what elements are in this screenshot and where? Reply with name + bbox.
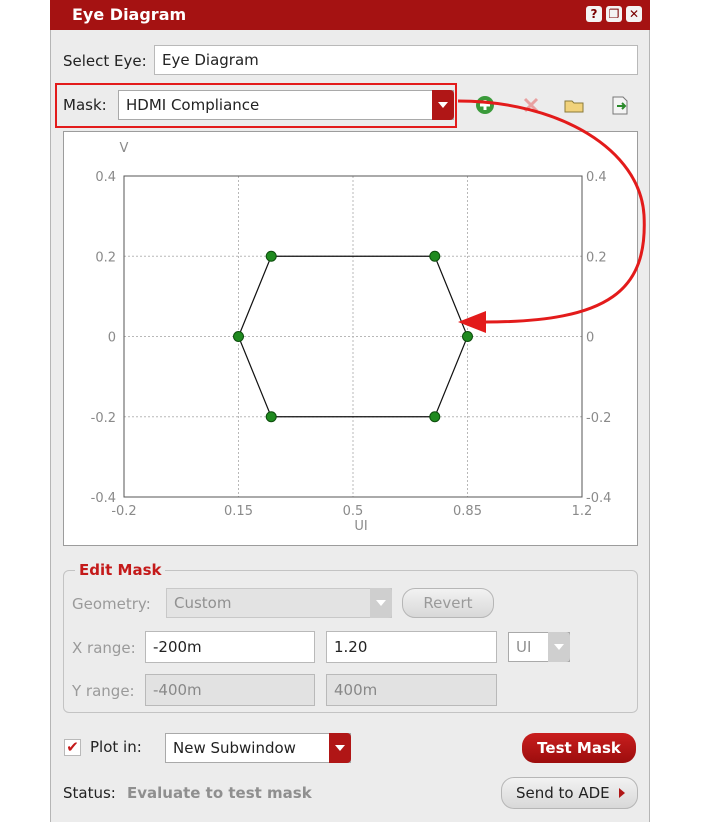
mask-vertex-point (429, 411, 441, 423)
help-icon[interactable]: ? (586, 6, 602, 22)
y-tick-label-right: 0.2 (586, 250, 607, 265)
x-range-unit-select[interactable]: UI (508, 632, 570, 662)
plot-in-checkbox[interactable]: ✔ (64, 739, 81, 756)
send-to-ade-button[interactable]: Send to ADE (501, 777, 638, 809)
x-range-max-field[interactable]: 1.20 (326, 631, 497, 663)
y-tick-label-right: -0.2 (586, 411, 611, 426)
mask-select-value: HDMI Compliance (126, 96, 260, 114)
edit-mask-title: Edit Mask (75, 561, 166, 579)
x-tick-label: 0.5 (343, 504, 364, 519)
x-range-label: X range: (72, 639, 136, 657)
status-value: Evaluate to test mask (127, 784, 312, 802)
chevron-down-icon (370, 588, 392, 618)
x-tick-label: 1.2 (572, 504, 593, 519)
revert-button: Revert (402, 588, 494, 618)
mask-vertex-point (265, 411, 277, 423)
y-range-max-field: 400m (326, 674, 497, 706)
geometry-label: Geometry: (72, 595, 151, 613)
y-tick-label-left: 0.4 (95, 170, 116, 185)
mask-vertex-point (429, 250, 441, 262)
geometry-select: Custom (166, 588, 392, 618)
add-mask-icon[interactable] (474, 94, 496, 116)
eye-diagram-plot: -0.2 0.15 0.5 0.85 1.2 0.4 0.4 0.2 0.2 0 0 -0.2 -0.2… (63, 131, 638, 546)
plot-in-select-value: New Subwindow (173, 739, 296, 757)
mask-vertex-point (462, 331, 473, 342)
delete-mask-icon[interactable] (520, 94, 542, 116)
y-tick-label-right: 0 (586, 331, 594, 346)
chevron-down-icon[interactable] (329, 733, 351, 763)
send-to-ade-label: Send to ADE (516, 784, 610, 802)
y-tick-label-left: -0.2 (91, 411, 116, 426)
open-folder-icon[interactable] (563, 94, 585, 116)
y-tick-label-right: -0.4 (586, 491, 611, 506)
select-eye-label: Select Eye: (63, 52, 147, 70)
x-range-min-field[interactable]: -200m (145, 631, 315, 663)
y-range-label: Y range: (72, 682, 135, 700)
export-icon[interactable] (609, 94, 631, 116)
plot-in-select[interactable]: New Subwindow (165, 733, 351, 763)
y-axis-label: V (120, 141, 129, 156)
play-arrow-icon (619, 788, 625, 798)
x-tick-label: -0.2 (111, 504, 136, 519)
y-range-min-field: -400m (145, 674, 315, 706)
status-label: Status: (63, 784, 116, 802)
y-tick-label-right: 0.4 (586, 170, 607, 185)
plot-in-label: Plot in: (90, 738, 142, 756)
title-bar: Eye Diagram ? ❐ ✕ (50, 0, 650, 30)
window-title: Eye Diagram (72, 5, 187, 24)
x-tick-label: 0.85 (453, 504, 482, 519)
x-range-unit-value: UI (516, 638, 532, 656)
float-icon[interactable]: ❐ (606, 6, 622, 22)
mask-vertex-point (233, 331, 244, 342)
mask-select[interactable]: HDMI Compliance (118, 90, 454, 120)
geometry-select-value: Custom (174, 594, 232, 612)
close-icon[interactable]: ✕ (626, 6, 642, 22)
y-tick-label-left: 0.2 (95, 250, 116, 265)
y-tick-label-left: 0 (108, 331, 116, 346)
chevron-down-icon[interactable] (432, 90, 454, 120)
select-eye-field[interactable]: Eye Diagram (154, 45, 638, 75)
chevron-down-icon[interactable] (548, 632, 570, 662)
mask-vertex-point (265, 250, 277, 262)
mask-label: Mask: (63, 96, 107, 114)
y-tick-label-left: -0.4 (91, 491, 116, 506)
x-tick-label: 0.15 (224, 504, 253, 519)
mask-chart: -0.2 0.15 0.5 0.85 1.2 0.4 0.4 0.2 0.2 0 0 -0.2 -0.2… (91, 141, 612, 534)
test-mask-button[interactable]: Test Mask (522, 733, 636, 763)
x-axis-label: UI (354, 519, 367, 534)
